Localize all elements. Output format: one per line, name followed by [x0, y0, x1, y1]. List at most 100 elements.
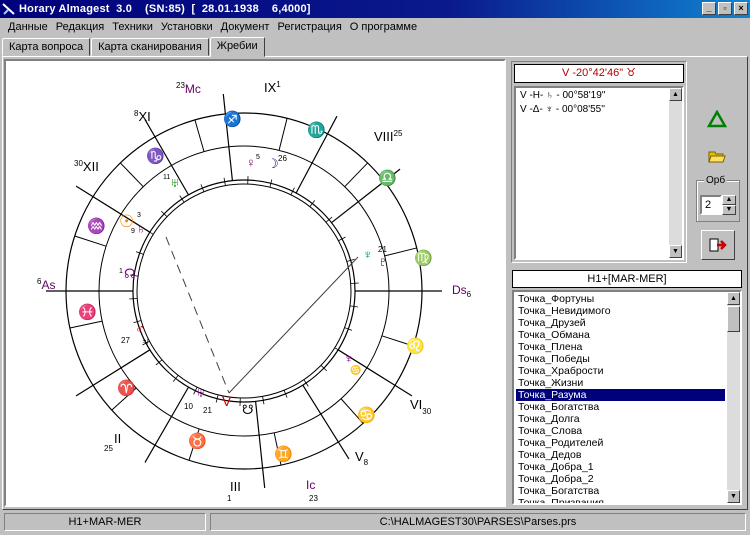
- menu-data[interactable]: Данные: [4, 21, 52, 33]
- triangle-button[interactable]: [699, 104, 735, 134]
- tab-question-chart[interactable]: Карта вопроса: [2, 38, 91, 56]
- open-button[interactable]: [699, 142, 735, 172]
- parts-list-item[interactable]: Точка_Дедов: [516, 449, 725, 461]
- planet-moon: ☽: [267, 156, 279, 171]
- degree-tick: [172, 375, 179, 382]
- mc-label: 23Mc: [176, 81, 201, 96]
- h2-label: II: [114, 431, 121, 446]
- moon-button[interactable]: [699, 64, 735, 94]
- parts-list-item[interactable]: Точка_Богатства: [516, 485, 725, 497]
- part-marker-degree: 21: [203, 406, 212, 415]
- parts-list-item[interactable]: Точка_Фортуны: [516, 293, 725, 305]
- parts-list-item[interactable]: Точка_Друзей: [516, 317, 725, 329]
- parts-list-item[interactable]: Точка_Разума: [516, 389, 725, 401]
- parts-list[interactable]: ▲ ▼ Точка_Фортуны Точка_Невидимого Точка_Д…: [512, 290, 742, 505]
- h12-label: 30XII: [74, 159, 99, 174]
- parts-list-item[interactable]: Точка_Долга: [516, 413, 725, 425]
- parts-list-item[interactable]: Точка_Обмана: [516, 329, 725, 341]
- sign-capricorn: ♑: [146, 147, 165, 165]
- zodiac-ring: [98, 145, 390, 437]
- scroll-down-icon[interactable]: ▼: [669, 245, 682, 258]
- degree-tick: [179, 195, 185, 203]
- title-bar: Horary Almagest 3.0 (SN:85) [ 28.01.1938…: [0, 0, 750, 18]
- aspect-row[interactable]: V -Δ- ♆ - 00°08'55'': [520, 104, 605, 115]
- dsc-label: Ds6: [452, 283, 472, 299]
- aspect-line-dashed: [165, 236, 230, 394]
- folder-icon: [708, 151, 726, 163]
- orb-down-icon[interactable]: ▼: [722, 205, 736, 215]
- sign-aries: ♈: [117, 379, 136, 397]
- house-cusp-line: [302, 384, 350, 460]
- parts-list-item[interactable]: Точка_Слова: [516, 425, 725, 437]
- status-part: H1+MAR-MER: [4, 513, 206, 531]
- planet-uranus-2-degree: 10: [184, 402, 193, 411]
- exit-button[interactable]: [701, 230, 735, 260]
- sign-aquarius: ♒: [87, 217, 106, 235]
- planet-uranus-2: ♅: [196, 385, 206, 400]
- planet-uranus: ♅: [170, 175, 180, 190]
- scroll-up-icon[interactable]: ▲: [669, 88, 682, 101]
- parts-list-item[interactable]: Точка_Плена: [516, 341, 725, 353]
- planet-jupiter: ♃: [141, 336, 149, 348]
- parts-list-item[interactable]: Точка_Призвания: [516, 497, 725, 503]
- inner-ring: [136, 183, 352, 399]
- sign-boundary: [278, 118, 288, 151]
- maximize-button[interactable]: ▫: [718, 2, 732, 15]
- asc-label: 6As: [37, 277, 55, 292]
- degree-tick: [350, 282, 359, 284]
- part-marker: V: [222, 393, 232, 409]
- ic-label: Ic: [306, 478, 315, 492]
- aspect-scrollbar[interactable]: ▲ ▼: [669, 88, 682, 258]
- degree-tick: [303, 379, 309, 387]
- inner-ring-outer: [132, 179, 356, 403]
- planet-neptune-2: ♆: [344, 351, 354, 366]
- house-cusp-line: [75, 349, 151, 397]
- degree-tick: [129, 298, 138, 300]
- sign-libra: ♎: [378, 169, 397, 187]
- menu-document[interactable]: Документ: [217, 21, 274, 33]
- aspect-list[interactable]: V -H- ♄ - 00°58'19'' V -Δ- ♆ - 00°08'55'…: [514, 86, 684, 260]
- parts-list-item[interactable]: Точка_Добра_1: [516, 461, 725, 473]
- planet-neptune: ♆: [363, 247, 373, 262]
- planet-mars-degree: 27: [121, 336, 130, 345]
- sign-boundary: [69, 320, 103, 329]
- degree-tick: [349, 305, 358, 308]
- h2-degree: 25: [104, 444, 113, 453]
- horoscope-chart-panel[interactable]: 6As Ds6 23Mc Ic 23 IX1 VIII25 8XI 30XII …: [4, 59, 506, 507]
- app-icon: [2, 3, 15, 15]
- tab-lots[interactable]: Жребии: [209, 37, 265, 57]
- parts-list-item[interactable]: Точка_Жизни: [516, 377, 725, 389]
- aspect-row[interactable]: V -H- ♄ - 00°58'19'': [520, 90, 606, 101]
- sign-boundary: [74, 235, 107, 247]
- scroll-thumb[interactable]: [727, 306, 740, 332]
- parts-list-item[interactable]: Точка_Победы: [516, 353, 725, 365]
- scroll-down-icon[interactable]: ▼: [727, 490, 740, 503]
- sign-cancer: ♋: [357, 406, 376, 424]
- scroll-up-icon[interactable]: ▲: [727, 292, 740, 305]
- planet-uranus-degree: 11: [163, 174, 170, 181]
- orb-up-icon[interactable]: ▲: [722, 195, 736, 205]
- status-bar: H1+MAR-MER C:\HALMAGEST30\PARSES\Parses.…: [0, 510, 750, 535]
- sign-leo: ♌: [406, 337, 425, 355]
- menu-techniques[interactable]: Техники: [108, 21, 157, 33]
- parts-list-item[interactable]: Точка_Невидимого: [516, 305, 725, 317]
- planet-north-node: ☊: [124, 266, 136, 281]
- parts-list-item[interactable]: Точка_Богатства: [516, 401, 725, 413]
- parts-list-item[interactable]: Точка_Добра_2: [516, 473, 725, 485]
- menu-about[interactable]: О программе: [346, 21, 421, 33]
- planet-neptune-degree: 21: [378, 245, 387, 254]
- parts-list-item[interactable]: Точка_Храбрости: [516, 365, 725, 377]
- orb-input[interactable]: 2: [700, 195, 722, 215]
- parts-scrollbar[interactable]: ▲ ▼: [727, 292, 740, 503]
- h5-label: V8: [355, 449, 369, 467]
- planet-venus-degree: 5: [256, 154, 260, 161]
- menu-registration[interactable]: Регистрация: [273, 21, 345, 33]
- minimize-button[interactable]: _: [702, 2, 716, 15]
- tab-scan-chart[interactable]: Карта сканирования: [91, 38, 209, 56]
- menu-settings[interactable]: Установки: [157, 21, 217, 33]
- h9-label: IX1: [264, 80, 281, 95]
- menu-edit[interactable]: Редакция: [52, 21, 108, 33]
- degree-tick: [146, 229, 154, 235]
- parts-list-item[interactable]: Точка_Родителей: [516, 437, 725, 449]
- close-button[interactable]: ×: [734, 2, 748, 15]
